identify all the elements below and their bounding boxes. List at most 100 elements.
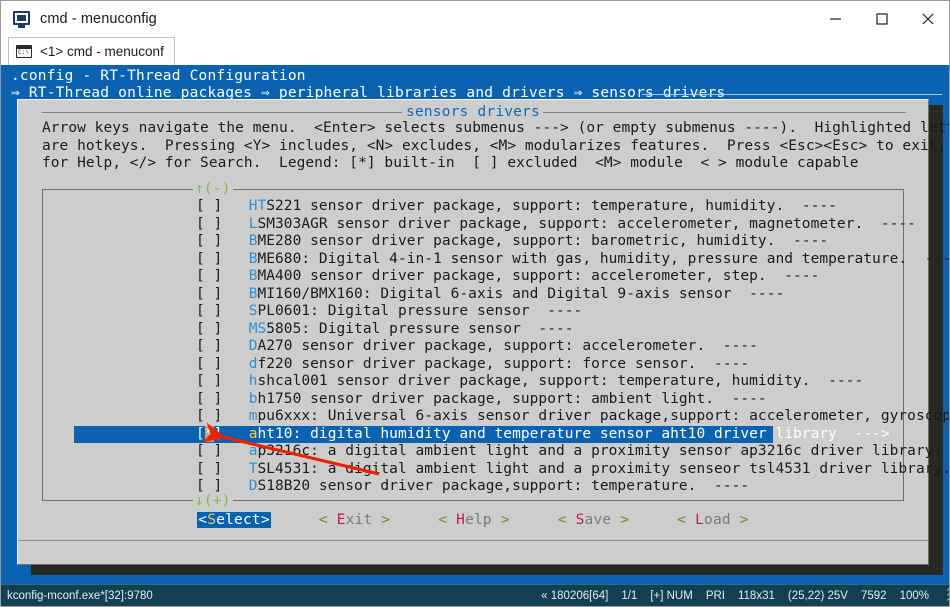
menu-item-row[interactable]: [ ] BME680: Digital 4-in-1 sensor with g… [43, 251, 949, 269]
menu-item-row[interactable]: [ ] HTS221 sensor driver package, suppor… [43, 198, 903, 216]
help-text: Arrow keys navigate the menu. <Enter> se… [42, 120, 949, 171]
menu-item-checkbox[interactable]: [ ] [196, 338, 222, 354]
status-metric: 118x31 [737, 589, 775, 602]
button-bracket-left: < [557, 512, 576, 528]
dialog-bottom-rule [18, 540, 928, 541]
menu-item-row[interactable]: [ ] BMI160/BMX160: Digital 6-axis and Di… [43, 286, 903, 304]
menu-item-submenu-marker: ---- [714, 390, 767, 407]
menu-item-submenu-marker: ---- [784, 198, 837, 214]
menu-item-checkbox[interactable]: [ ] [196, 461, 222, 477]
status-metric: 1/1 [621, 589, 638, 602]
button-label: xit [345, 512, 373, 528]
window-title: cmd - menuconfig [40, 11, 157, 27]
status-metric: 100% [899, 589, 929, 602]
window-controls [813, 1, 949, 37]
menu-item-row[interactable]: [*] aht10: digital humidity and temperat… [74, 425, 890, 443]
menuconfig-dialog: sensors drivers Arrow keys navigate the … [17, 99, 949, 565]
menu-item-label: shcal001 sensor driver package, support:… [257, 373, 811, 389]
menu-list[interactable]: ↑(-) [ ] HTS221 sensor driver package, s… [42, 181, 949, 509]
menu-item-row[interactable]: [ ] ap3216c: a digital ambient light and… [43, 443, 942, 461]
menu-item-submenu-marker: ---- [775, 233, 829, 249]
menu-item-checkbox[interactable]: [ ] [196, 373, 222, 389]
minimize-icon[interactable] [813, 1, 859, 37]
menu-item-submenu-marker: ---> [836, 425, 890, 442]
close-icon[interactable] [905, 1, 949, 37]
status-metric: 7592 [860, 589, 887, 602]
button-bracket-left: < [438, 512, 457, 528]
menu-item-checkbox[interactable]: [ ] [196, 216, 222, 232]
menu-item-submenu-marker: ---- [924, 250, 949, 267]
menu-item-label: S18B20 sensor driver package,support: te… [257, 478, 697, 494]
button-bracket-right: > [491, 512, 510, 528]
menu-item-checkbox[interactable]: [ ] [196, 321, 222, 337]
menu-item-label: p3216c: a digital ambient light and a pr… [257, 443, 943, 459]
menu-item-label: MI160/BMX160: Digital 6-axis and Digital… [257, 285, 732, 302]
load-button[interactable]: < Load > [677, 512, 748, 528]
menu-item-row[interactable]: [ ] DA270 sensor driver package, support… [43, 338, 903, 356]
menu-item-submenu-marker: ---- [705, 338, 758, 354]
menu-item-row[interactable]: [ ] TSL4531: a digital ambient light and… [43, 461, 949, 479]
maximize-icon[interactable] [859, 1, 905, 37]
menu-item-checkbox[interactable]: [ ] [196, 286, 222, 302]
menu-item-label: ME680: Digital 4-in-1 sensor with gas, h… [257, 250, 908, 267]
scroll-down-indicator[interactable]: ↓(+) [193, 493, 233, 509]
menu-item-checkbox[interactable]: [ ] [196, 478, 222, 494]
tab-cmd-menuconf[interactable]: <1> cmd - menuconf [8, 37, 175, 65]
menu-item-checkbox[interactable]: [ ] [196, 251, 222, 267]
menu-item-submenu-marker: -- [942, 443, 949, 459]
menu-item-checkbox[interactable]: [ ] [196, 443, 222, 459]
menu-item-label: 5805: Digital pressure sensor [266, 320, 521, 337]
status-metric: « 180206[64] [541, 589, 609, 602]
button-label: elect [216, 512, 261, 528]
menu-item-submenu-marker: ---- [731, 285, 785, 302]
button-hotkey: S [207, 512, 217, 528]
menu-item-row[interactable]: [ ] df220 sensor driver package, support… [43, 356, 903, 374]
status-metric: PRI [705, 589, 725, 602]
tab-label: <1> cmd - menuconf [40, 44, 164, 59]
menu-item-label: pu6xxx: Universal 6-axis sensor driver p… [257, 408, 950, 424]
menu-item-checkbox[interactable]: [ ] [196, 198, 222, 214]
menu-item-label: f220 sensor driver package, support: for… [257, 355, 697, 372]
console-window-icon [13, 10, 31, 28]
menu-item-submenu-marker: ---- [863, 215, 916, 232]
menu-item-checkbox[interactable]: [ ] [196, 303, 222, 319]
menu-item-row[interactable]: [ ] BMA400 sensor driver package, suppor… [43, 268, 903, 286]
menu-item-checkbox[interactable]: [ ] [196, 408, 222, 424]
resize-grip[interactable] [933, 581, 949, 604]
button-hotkey: H [456, 512, 466, 528]
menu-rows: [ ] HTS221 sensor driver package, suppor… [43, 198, 949, 496]
status-metric: [+] NUM [650, 589, 693, 602]
exit-button[interactable]: < Exit > [319, 512, 390, 528]
scroll-up-indicator[interactable]: ↑(-) [193, 181, 233, 197]
menu-item-submenu-marker: ---- [810, 373, 864, 389]
menu-item-row[interactable]: [ ] DS18B20 sensor driver package,suppor… [43, 478, 903, 496]
checkbox-star: * [204, 425, 214, 442]
menu-item-row[interactable]: [ ] mpu6xxx: Universal 6-axis sensor dri… [43, 408, 949, 426]
button-hotkey: S [575, 512, 585, 528]
menu-item-checkbox[interactable]: [*] [196, 425, 222, 442]
menu-item-label: h1750 sensor driver package, support: am… [257, 390, 715, 407]
menu-item-checkbox[interactable]: [ ] [196, 233, 222, 249]
menu-item-label: ht10: digital humidity and temperature s… [257, 425, 837, 442]
menu-item-row[interactable]: [ ] bh1750 sensor driver package, suppor… [43, 391, 903, 409]
menu-item-checkbox[interactable]: [ ] [196, 391, 222, 407]
menu-item-row[interactable]: [ ] BME280 sensor driver package, suppor… [43, 233, 903, 251]
menu-item-row[interactable]: [ ] SPL0601: Digital pressure sensor ---… [43, 303, 903, 321]
select-button[interactable]: <Select> [197, 512, 271, 528]
menu-item-label: MA400 sensor driver package, support: ac… [257, 268, 767, 284]
menu-item-row[interactable]: [ ] MS5805: Digital pressure sensor ---- [43, 321, 903, 339]
status-metrics: « 180206[64] 1/1 [+] NUM PRI 118x31 (25,22) 2… [541, 590, 929, 602]
button-label: ave [584, 512, 612, 528]
header-rule [642, 94, 942, 95]
tab-strip: <1> cmd - menuconf [1, 37, 949, 96]
menu-item-row[interactable]: [ ] hshcal001 sensor driver package, sup… [43, 373, 903, 391]
button-bar: <Select> < Exit > < Help > < Save > < Load > [18, 512, 928, 528]
menu-item-checkbox[interactable]: [ ] [196, 268, 222, 284]
save-button[interactable]: < Save > [558, 512, 629, 528]
help-button[interactable]: < Help > [438, 512, 509, 528]
button-bracket-right: > [611, 512, 630, 528]
menu-item-row[interactable]: [ ] LSM303AGR sensor driver package, sup… [43, 216, 916, 234]
menu-item-checkbox[interactable]: [ ] [196, 356, 222, 372]
menu-item-submenu-marker: ---- [529, 303, 583, 319]
button-hotkey: E [336, 512, 346, 528]
